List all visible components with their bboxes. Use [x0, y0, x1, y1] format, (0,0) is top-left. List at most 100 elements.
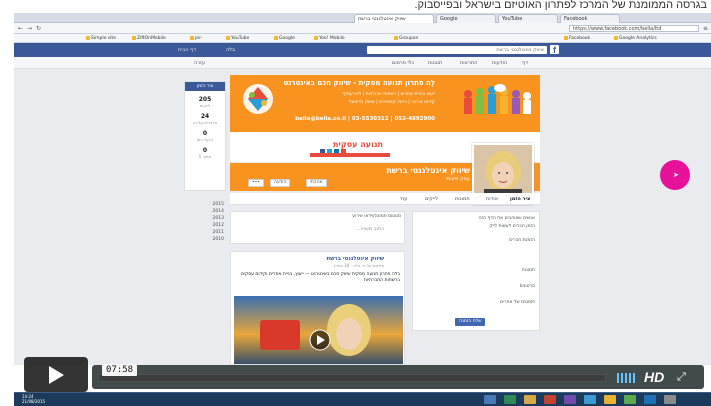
taskbar-app-icon[interactable]: [664, 395, 676, 404]
taskbar-app-icon[interactable]: [564, 395, 576, 404]
bookmark-5[interactable]: Yoo! Mobile: [314, 35, 345, 42]
bookmarks-bar: Simple site ZiftOnMobile יומן YouTube Go…: [14, 34, 711, 43]
stat-num: 0: [202, 130, 208, 137]
right-line[interactable]: הזמן חברים לעשות לייק: [489, 224, 535, 229]
clock-date: 21/08/2015: [22, 399, 46, 404]
video-player: 07:58 HD ⤢: [14, 355, 711, 393]
browser-tab-2[interactable]: YouTube: [498, 14, 558, 23]
address-input[interactable]: https://www.facebook.com/bella/ltd: [569, 25, 699, 32]
tab-photos[interactable]: תמונות: [455, 195, 470, 203]
taskbar-app-icon[interactable]: [484, 395, 496, 404]
year-link[interactable]: 2014: [194, 208, 224, 215]
browser-tabbar: שיווק אינטלגנטי ברשת Google YouTube Face…: [14, 13, 711, 23]
tab-more[interactable]: עוד: [400, 195, 407, 203]
os-taskbar: 14:24 21/08/2015: [14, 392, 711, 406]
pnav-item-0[interactable]: דף: [522, 59, 528, 67]
menu-icon[interactable]: ≡: [702, 25, 709, 32]
bookmark-0[interactable]: Simple site: [86, 35, 116, 42]
brand-logo-text: תנועה עסקית: [333, 140, 383, 149]
stat-label: לייקים: [199, 103, 211, 108]
bookmark-6[interactable]: Groupon: [394, 35, 418, 42]
stat-label: מדברים על זה: [192, 120, 218, 125]
browser-tab-0[interactable]: שיווק אינטלגנטי ברשת: [354, 14, 434, 23]
tab-timeline[interactable]: ציר הזמן: [510, 195, 530, 203]
volume-icon[interactable]: [617, 371, 637, 383]
pnav-item-5[interactable]: עזרה: [194, 59, 205, 67]
stat-num: 24: [200, 113, 210, 120]
page-stats-sidebar: ציר הזמן 205 לייקים 24 מדברים על זה 0 ביקרו…: [184, 81, 226, 191]
player-controls: 07:58 HD ⤢: [92, 364, 704, 389]
hd-toggle-button[interactable]: HD: [644, 370, 664, 384]
forward-icon[interactable]: →: [26, 25, 33, 32]
bookmark-7[interactable]: Facebook: [564, 35, 590, 42]
year-link[interactable]: 2010: [194, 236, 224, 243]
post-meta: פורסם על ידי בלה · 18 במרץ: [333, 263, 385, 268]
fb-header-home[interactable]: דף הבית: [178, 46, 196, 54]
page-title[interactable]: שיווק אינטלגנטי ברשת: [386, 166, 470, 175]
url-bar: ← → ↻ https://www.facebook.com/bella/ltd…: [14, 23, 711, 34]
composer-tabs[interactable]: סטטוס תמונה/וידאו אירוע: [352, 214, 401, 219]
cover-line-1: ייעוץ ובניית אתרים | רשתות חברתיות | ליו…: [342, 92, 435, 97]
cover-headline: לָה פתרון תנועה מסקית - שיווק חכם באינטר…: [283, 79, 435, 87]
taskbar-app-icon[interactable]: [544, 395, 556, 404]
bookmark-1[interactable]: ZiftOnMobile: [132, 35, 166, 42]
play-button[interactable]: [24, 357, 88, 392]
pnav-item-1[interactable]: הודעות: [492, 59, 507, 67]
right-line[interactable]: תמונות: [522, 268, 535, 273]
cover-contact: 052-4892900 | 03-5530312 | bella@bella.c…: [295, 116, 435, 122]
year-link[interactable]: 2013: [194, 215, 224, 222]
progress-bar[interactable]: 07:58: [98, 364, 606, 382]
more-button[interactable]: •••: [248, 179, 264, 187]
people-graphic-icon: [464, 84, 531, 114]
fullscreen-icon[interactable]: ⤢: [677, 371, 686, 383]
year-link[interactable]: 2012: [194, 222, 224, 229]
page-tabs: ציר הזמן אודות תמונות לייקים עוד: [230, 193, 540, 205]
fb-user-name[interactable]: בלה: [226, 46, 235, 54]
right-line[interactable]: סרטונים: [520, 284, 535, 289]
right-sidebar: אנשים שאוהבים את הדף הזה הזמן חברים לעשו…: [412, 211, 540, 331]
timeline-post: שיווק אינטלגנטי ברשת פורסם על ידי בלה · …: [230, 251, 405, 365]
stat-num: 0: [202, 147, 208, 154]
pnav-item-4[interactable]: כלי פרסום: [392, 59, 414, 67]
bookmark-3[interactable]: YouTube: [226, 35, 249, 42]
message-button[interactable]: הודעה: [270, 179, 291, 187]
page-admin-nav: דף הודעות התראות תובנות כלי פרסום עזרה: [14, 57, 711, 69]
screen-recording: שיווק אינטלגנטי ברשת Google YouTube Face…: [14, 13, 711, 365]
timeline-years: 2015 2014 2013 2012 2011 2010: [194, 201, 224, 243]
reload-icon[interactable]: ↻: [35, 25, 42, 32]
right-line: אנשים שאוהבים את הדף הזה: [478, 216, 535, 221]
browser-tab-1[interactable]: Google: [436, 14, 496, 23]
taskbar-app-icon[interactable]: [604, 395, 616, 404]
fb-search-input[interactable]: שיווק אינטלגנטי ברשת: [367, 46, 547, 54]
taskbar-app-icon[interactable]: [644, 395, 656, 404]
like-button[interactable]: אהבתי: [306, 179, 327, 187]
right-line[interactable]: הזמנת חברים: [509, 238, 535, 243]
cover-photo[interactable]: לָה פתרון תנועה מסקית - שיווק חכם באינטר…: [230, 75, 540, 132]
facebook-header: דף הבית בלה שיווק אינטלגנטי ברשת f: [14, 43, 711, 57]
tab-likes[interactable]: לייקים: [425, 195, 438, 203]
composer-input[interactable]: כתוב משהו...: [356, 226, 384, 232]
taskbar-app-icon[interactable]: [584, 395, 596, 404]
taskbar-clock: 14:24 21/08/2015: [22, 394, 45, 404]
bookmark-2[interactable]: יומן: [190, 35, 202, 42]
taskbar-app-icon[interactable]: [524, 395, 536, 404]
browser-tab-3[interactable]: Facebook: [560, 14, 620, 23]
year-link[interactable]: 2011: [194, 229, 224, 236]
pnav-item-2[interactable]: התראות: [460, 59, 477, 67]
post-author[interactable]: שיווק אינטלגנטי ברשת: [326, 256, 384, 262]
facebook-logo-icon[interactable]: f: [550, 45, 559, 55]
brand-logo-icon: תנועה עסקית: [310, 135, 390, 157]
back-icon[interactable]: ←: [17, 25, 24, 32]
send-invite-button[interactable]: שלח הזמנה: [455, 318, 486, 326]
taskbar-app-icon[interactable]: [624, 395, 636, 404]
bookmark-8[interactable]: Google Analytics: [614, 35, 657, 42]
video-caption: בגרסה הממומנת של המרכז לפתרון האוטיזם בי…: [0, 0, 711, 13]
right-line[interactable]: פוסטים של אחרים: [500, 300, 535, 305]
post-text: בלה פתרון תנועה מסקית שיווק חכם באינטרנט…: [241, 272, 400, 283]
puzzle-people-icon: [243, 84, 273, 114]
bookmark-4[interactable]: Google: [274, 35, 295, 42]
taskbar-app-icon[interactable]: [504, 395, 516, 404]
tab-about[interactable]: אודות: [486, 195, 498, 203]
pnav-item-3[interactable]: תובנות: [428, 59, 442, 67]
year-link[interactable]: 2015: [194, 201, 224, 208]
